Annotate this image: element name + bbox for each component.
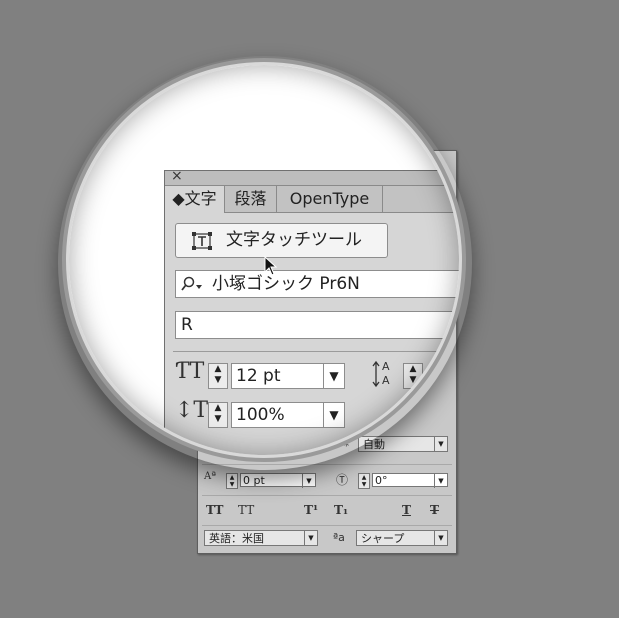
subscript-button[interactable]: T₁ — [334, 503, 348, 517]
touch-type-tool-icon — [192, 232, 212, 250]
panel-tabs: ◆文字 段落 OpenType — [165, 186, 461, 213]
touch-type-tool-button[interactable]: 文字タッチツール — [175, 223, 388, 258]
svg-text:A: A — [382, 374, 390, 387]
divider — [202, 525, 452, 526]
rotation-stepper[interactable]: ▲ ▼ — [358, 473, 370, 489]
vertical-scale-stepper[interactable]: ▲ ▼ — [208, 402, 228, 428]
small-caps-button[interactable]: TT — [238, 503, 254, 517]
mouse-cursor-icon — [264, 256, 278, 276]
divider — [173, 351, 453, 352]
font-size-field[interactable]: 12 pt ▼ — [231, 363, 345, 389]
rotation-icon: Ⓣ — [336, 473, 349, 487]
font-style-field[interactable]: R — [175, 311, 461, 339]
tab-paragraph[interactable]: 段落 — [225, 186, 277, 212]
font-size-icon: ƬT — [175, 359, 205, 384]
antialias-dropdown[interactable]: シャープ ▼ — [356, 530, 448, 546]
rotation-field[interactable]: 0° ▼ — [372, 473, 448, 488]
font-family-field[interactable]: 小塚ゴシック Pr6N — [175, 270, 461, 298]
magnifier-lens: × ◆文字 段落 OpenType 文字タッチツール 小塚ゴシック Pr6N R… — [62, 58, 466, 462]
font-style-value: R — [181, 315, 193, 335]
language-dropdown[interactable]: 英語：米国 ▼ — [204, 530, 318, 546]
touch-type-tool-label: 文字タッチツール — [226, 230, 362, 250]
baseline-shift-stepper[interactable]: ▲ ▼ — [226, 473, 238, 489]
language-antialias-row: 英語：米国 ▼ ªa シャープ ▼ — [198, 528, 456, 558]
all-caps-button[interactable]: TT — [206, 503, 223, 517]
leading-stepper[interactable]: ▲ ▼ — [403, 363, 423, 389]
vertical-scale-icon: ↕T — [175, 398, 209, 423]
vertical-scale-value: 100% — [236, 405, 285, 425]
chevron-down-icon: ▼ — [434, 531, 447, 545]
aa-icon: ªa — [333, 531, 345, 544]
search-dropdown-icon[interactable] — [181, 276, 205, 292]
baseline-shift-field[interactable]: 0 pt ▼ — [240, 473, 316, 488]
strikethrough-button[interactable]: T — [430, 503, 439, 517]
close-icon[interactable]: × — [171, 168, 183, 184]
baseline-shift-icon: Aª — [204, 471, 216, 482]
tab-opentype[interactable]: OpenType — [277, 186, 383, 212]
font-size-stepper[interactable]: ▲ ▼ — [208, 363, 228, 389]
chevron-down-icon[interactable]: ▼ — [323, 403, 344, 427]
baseline-rotation-row: Aª ▲ ▼ 0 pt ▼ Ⓣ ▲ ▼ 0° ▼ — [198, 467, 456, 497]
leading-icon: A A — [372, 360, 390, 388]
chevron-down-icon: ▼ — [302, 474, 315, 488]
underline-button[interactable]: T — [402, 503, 411, 517]
superscript-button[interactable]: T¹ — [304, 503, 318, 517]
svg-text:A: A — [382, 360, 390, 373]
font-family-value: 小塚ゴシック Pr6N — [212, 274, 360, 294]
font-size-value: 12 pt — [236, 366, 281, 386]
vertical-scale-field[interactable]: 100% ▼ — [231, 402, 345, 428]
character-panel-magnified: × ◆文字 段落 OpenType 文字タッチツール 小塚ゴシック Pr6N R… — [164, 168, 461, 457]
text-style-row: TT TT T¹ T₁ T T — [198, 497, 456, 527]
divider — [202, 495, 452, 496]
chevron-down-icon: ▼ — [304, 531, 317, 545]
tab-character[interactable]: ◆文字 — [165, 186, 225, 213]
panel-title-bar[interactable]: × — [165, 168, 461, 186]
chevron-down-icon: ▼ — [434, 474, 447, 488]
chevron-down-icon[interactable]: ▼ — [323, 364, 344, 388]
